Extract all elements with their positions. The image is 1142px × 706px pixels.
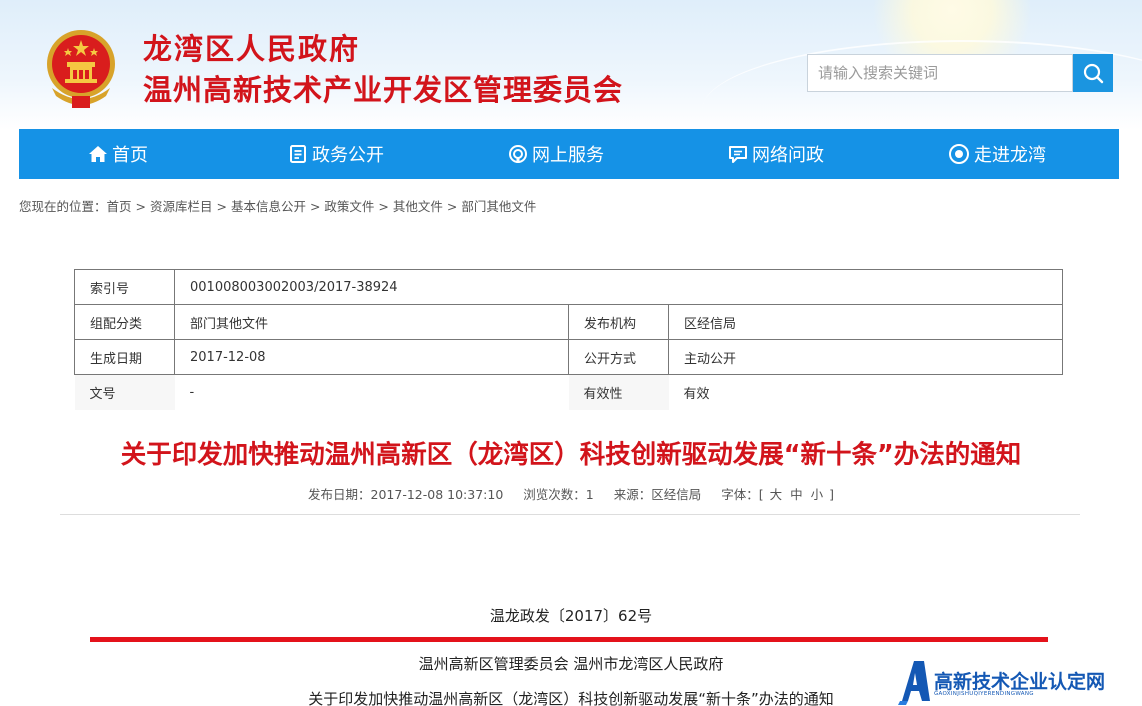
main-nav: 首页 政务公开 网上服务 网络问政 走进龙湾 <box>19 129 1119 179</box>
document-number: 温龙政发〔2017〕62号 <box>489 607 653 625</box>
nav-label-home: 首页 <box>112 145 148 166</box>
article-title: 关于印发加快推动温州高新区（龙湾区）科技创新驱动发展“新十条”办法的通知 <box>120 440 1022 470</box>
view-count: 浏览次数：1 <box>523 487 594 502</box>
search-input[interactable]: 请输入搜索关键词 <box>807 54 1073 92</box>
meta-value-publisher: 区经信局 <box>668 304 1063 340</box>
document-icon <box>290 145 306 163</box>
nav-label-gov-affairs: 政务公开 <box>312 145 384 166</box>
nav-item-home[interactable]: 首页 <box>88 129 148 179</box>
chat-icon <box>729 146 747 163</box>
breadcrumb-separator: > <box>309 199 321 214</box>
meta-value-date: 2017-12-08 <box>174 339 569 375</box>
font-size-label: 字体：[ <box>721 487 764 502</box>
nav-item-inquiry[interactable]: 网络问政 <box>728 129 824 179</box>
service-icon <box>509 145 527 163</box>
meta-label-publisher: 发布机构 <box>568 304 669 340</box>
national-emblem-icon <box>47 30 115 108</box>
doc-meta-table: 索引号 001008003002003/2017-38924 组配分类 部门其他… <box>74 269 1063 410</box>
watermark-subtext: GAOXINJISHUQIYERENDINGWANG <box>934 691 1034 697</box>
font-medium-button[interactable]: 中 <box>790 487 803 502</box>
meta-value-validity: 有效 <box>668 374 1063 410</box>
meta-label-index: 索引号 <box>74 269 175 305</box>
meta-label-category: 组配分类 <box>74 304 175 340</box>
home-icon <box>89 146 107 162</box>
eye-icon <box>949 144 969 164</box>
font-size-control: 字体：[ 大 中 小 ] <box>721 487 834 502</box>
breadcrumb-item[interactable]: 基本信息公开 <box>231 199 306 214</box>
article-source: 来源：区经信局 <box>613 487 702 502</box>
breadcrumb: 您现在的位置：首页 > 资源库栏目 > 基本信息公开 > 政策文件 > 其他文件… <box>19 196 536 215</box>
nav-item-online-service[interactable]: 网上服务 <box>508 129 604 179</box>
meta-value-disclosure: 主动公开 <box>668 339 1063 375</box>
breadcrumb-separator: > <box>135 199 146 214</box>
meta-label-date: 生成日期 <box>74 339 175 375</box>
site-name-line1: 龙湾区人民政府 <box>143 32 361 66</box>
meta-value-category: 部门其他文件 <box>174 304 569 340</box>
meta-value-index: 001008003002003/2017-38924 <box>174 269 1063 305</box>
meta-label-docno: 文号 <box>74 374 175 410</box>
meta-label-validity: 有效性 <box>568 374 669 410</box>
meta-row-date: 生成日期 2017-12-08 公开方式 主动公开 <box>74 339 1063 375</box>
breadcrumb-prefix: 您现在的位置： <box>19 199 107 214</box>
nav-label-inquiry: 网络问政 <box>752 145 824 166</box>
breadcrumb-separator: > <box>446 199 458 214</box>
search-button[interactable] <box>1073 54 1113 92</box>
meta-row-index: 索引号 001008003002003/2017-38924 <box>74 269 1063 305</box>
nav-item-gov-affairs[interactable]: 政务公开 <box>288 129 384 179</box>
watermark-text: 高新技术企业认定网 <box>934 671 1106 693</box>
breadcrumb-item[interactable]: 其他文件 <box>393 199 443 214</box>
publish-date: 发布日期：2017-12-08 10:37:10 <box>308 487 504 502</box>
site-watermark: 高新技术企业认定网 GAOXINJISHUQIYERENDINGWANG <box>898 655 1142 706</box>
breadcrumb-separator: > <box>378 199 389 214</box>
meta-row-category: 组配分类 部门其他文件 发布机构 区经信局 <box>74 304 1063 340</box>
breadcrumb-item[interactable]: 政策文件 <box>324 199 374 214</box>
site-name: 龙湾区人民政府 温州高新技术产业开发区管理委员会 <box>143 30 623 110</box>
font-size-end: ] <box>829 487 834 502</box>
article-info-bar: 发布日期：2017-12-08 10:37:10 浏览次数：1 来源：区经信局 … <box>0 484 1142 503</box>
breadcrumb-item[interactable]: 部门其他文件 <box>461 199 536 214</box>
meta-row-docno: 文号 - 有效性 有效 <box>74 374 1063 410</box>
meta-value-docno: - <box>174 374 569 410</box>
divider <box>60 514 1080 515</box>
breadcrumb-separator: > <box>216 199 227 214</box>
font-large-button[interactable]: 大 <box>770 487 783 502</box>
nav-label-about: 走进龙湾 <box>974 145 1046 166</box>
breadcrumb-item[interactable]: 资源库栏目 <box>150 199 213 214</box>
meta-label-disclosure: 公开方式 <box>568 339 669 375</box>
watermark-logo-icon <box>898 661 930 705</box>
site-name-line2: 温州高新技术产业开发区管理委员会 <box>143 73 624 107</box>
breadcrumb-item[interactable]: 首页 <box>107 199 132 214</box>
font-small-button[interactable]: 小 <box>811 487 824 502</box>
nav-item-about[interactable]: 走进龙湾 <box>948 129 1046 179</box>
nav-label-online-service: 网上服务 <box>532 145 604 166</box>
search-icon <box>1083 63 1104 84</box>
red-header-rule <box>90 637 1048 642</box>
